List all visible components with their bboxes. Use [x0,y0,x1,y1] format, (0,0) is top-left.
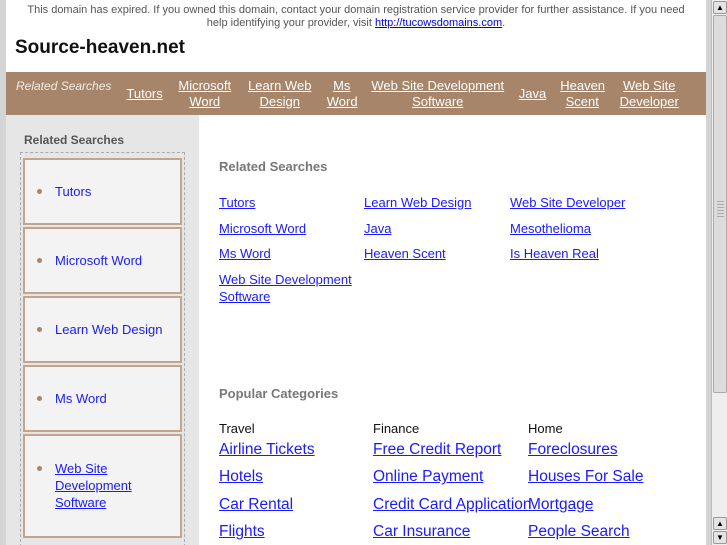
related-searches-bar: Related Searches Tutors Microsoft Word Lea… [6,72,706,115]
category-heading: Finance [373,421,420,436]
topbar-link[interactable]: Web Site Development Software [371,78,505,109]
related-link[interactable]: Learn Web Design [364,194,471,211]
scrollbar-thumb[interactable] [713,15,727,393]
category-link[interactable]: Hotels [219,468,263,486]
scroll-up-icon[interactable]: ▲ [713,517,727,530]
sidebar-heading: Related Searches [24,133,125,147]
sidebar-item[interactable]: Web Site Development Software [23,434,182,538]
topbar-link[interactable]: Tutors [126,86,162,102]
bullet-icon [37,327,42,332]
related-link[interactable]: Java [364,220,391,237]
sidebar: Related Searches Tutors Microsoft Word Lea… [6,115,199,545]
topbar-link[interactable]: Ms Word [327,78,358,109]
bullet-icon [37,396,42,401]
category-heading: Travel [219,421,255,436]
sidebar-item[interactable]: Microsoft Word [23,227,182,294]
sidebar-list: Tutors Microsoft Word Learn Web Design Ms W… [20,152,185,545]
sidebar-link[interactable]: Web Site Development Software [55,460,135,511]
scroll-up-icon[interactable]: ▲ [713,1,727,14]
category-link[interactable]: Foreclosures [528,441,618,459]
category-link[interactable]: Car Rental [219,496,293,514]
page: This domain has expired. If you owned th… [6,0,706,545]
notice-text: This domain has expired. If you owned th… [27,4,685,29]
vertical-scrollbar[interactable]: ▲ ▲ ▼ [711,0,727,545]
sidebar-item[interactable]: Tutors [23,158,182,225]
sidebar-link[interactable]: Microsoft Word [55,252,142,269]
category-link[interactable]: Online Payment [373,468,483,486]
related-link[interactable]: Heaven Scent [364,245,446,262]
category-link[interactable]: Car Insurance [373,523,470,541]
category-link[interactable]: Houses For Sale [528,468,643,486]
related-heading: Related Searches [219,159,328,174]
related-link[interactable]: Web Site Developer [510,194,625,211]
topbar-link[interactable]: Microsoft Word [177,78,233,109]
sidebar-link[interactable]: Tutors [55,183,91,200]
expired-notice: This domain has expired. If you owned th… [6,4,706,30]
notice-end: . [502,17,506,29]
category-link[interactable]: Free Credit Report [373,441,501,459]
category-link[interactable]: Airline Tickets [219,441,315,459]
bullet-icon [37,189,42,194]
popular-heading: Popular Categories [219,386,339,401]
bullet-icon [37,466,42,471]
related-link[interactable]: Is Heaven Real [510,245,599,262]
topbar-link[interactable]: Heaven Scent [560,78,605,109]
tucows-link[interactable]: http://tucowsdomains.com [375,17,502,29]
related-link[interactable]: Tutors [219,194,255,211]
site-title: Source-heaven.net [15,37,185,58]
category-heading: Home [528,421,563,436]
sidebar-item[interactable]: Learn Web Design [23,296,182,363]
sidebar-item[interactable]: Ms Word [23,365,182,432]
bullet-icon [37,258,42,263]
grip-icon [717,201,724,217]
topbar-link[interactable]: Web Site Developer [618,78,680,109]
topbar-label: Related Searches [16,79,112,93]
category-link[interactable]: People Search [528,523,630,541]
category-link[interactable]: Credit Card Application [373,496,532,514]
scroll-down-icon[interactable]: ▼ [713,531,727,544]
related-link[interactable]: Web Site Development Software [219,271,359,305]
related-link[interactable]: Ms Word [219,245,271,262]
topbar-link[interactable]: Java [519,86,546,102]
related-link[interactable]: Mesothelioma [510,220,591,237]
category-link[interactable]: Flights [219,523,265,541]
sidebar-link[interactable]: Learn Web Design [55,321,162,338]
category-link[interactable]: Mortgage [528,496,593,514]
topbar-link[interactable]: Learn Web Design [247,78,313,109]
sidebar-link[interactable]: Ms Word [55,390,107,407]
related-link[interactable]: Microsoft Word [219,220,306,237]
